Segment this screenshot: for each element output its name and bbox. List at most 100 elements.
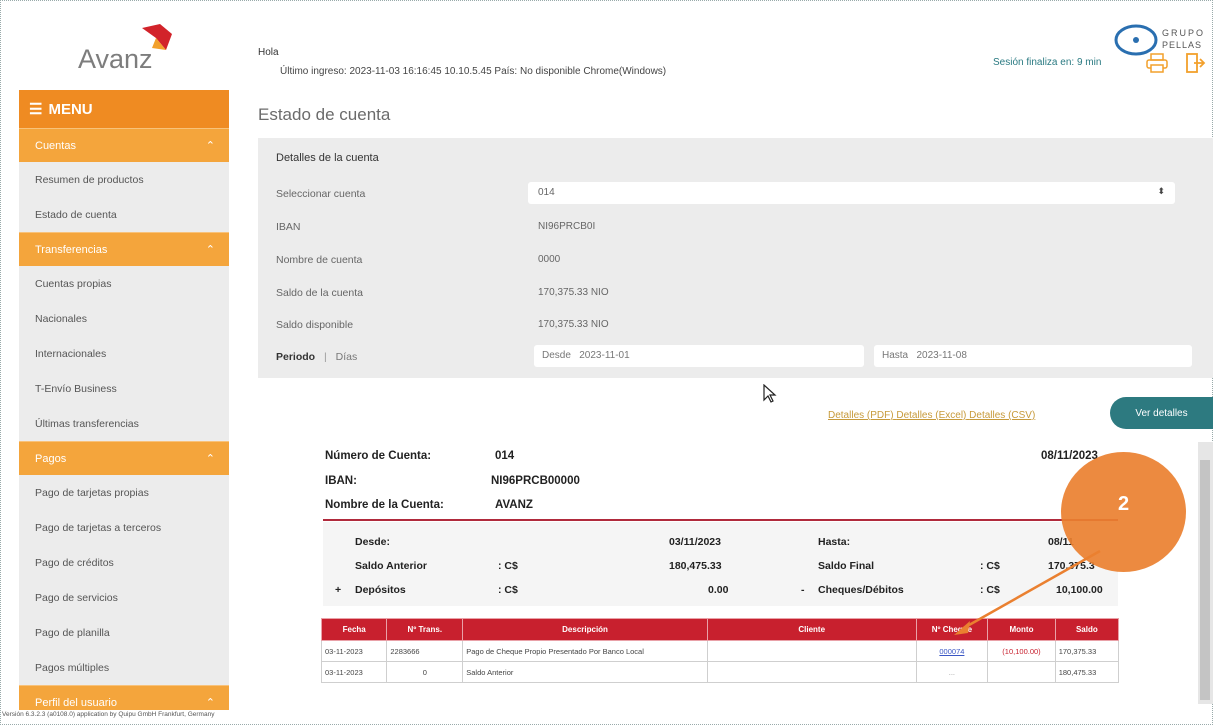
details-pdf-link[interactable]: Detalles (PDF) <box>828 410 894 421</box>
hamburger-icon: ☰ <box>29 101 43 118</box>
sidebar-section-transferencias[interactable]: Transferencias ⌃ <box>19 232 229 266</box>
sidebar-item-t-envio[interactable]: T-Envío Business <box>19 371 229 406</box>
desde-value: 2023-11-01 <box>579 350 630 361</box>
section-label: Perfil del usuario <box>35 696 117 709</box>
cell-descripcion: Saldo Anterior <box>462 661 708 683</box>
cell-saldo: 180,475.33 <box>1054 661 1120 683</box>
sidebar-item-internacionales[interactable]: Internacionales <box>19 336 229 371</box>
depositos-currency: : C$ <box>498 584 518 596</box>
cell-fecha: 03-11-2023 <box>320 640 388 662</box>
section-label: Cuentas <box>35 139 76 152</box>
account-name-label: Nombre de cuenta <box>276 254 363 266</box>
available-balance-label: Saldo disponible <box>276 319 354 331</box>
sidebar-item-tarjetas-terceros[interactable]: Pago de tarjetas a terceros <box>19 510 229 545</box>
last-login-info: Último ingreso: 2023-11-03 16:16:45 10.1… <box>280 66 667 77</box>
iban-value: NI96PRCB0I <box>538 221 596 232</box>
divider <box>323 519 1118 521</box>
account-number-label: Número de Cuenta: <box>325 450 432 462</box>
cell-fecha: 03-11-2023 <box>320 661 388 683</box>
statement-iban-label: IBAN: <box>325 475 357 487</box>
chevron-up-icon: ⌃ <box>205 140 215 152</box>
iban-label: IBAN <box>276 221 301 233</box>
menu-header[interactable]: ☰ MENU <box>19 90 229 128</box>
hasta-summary-label: Hasta: <box>818 536 851 548</box>
statement-scrollbar[interactable] <box>1198 442 1213 704</box>
sidebar-item-ultimas-transferencias[interactable]: Últimas transferencias <box>19 406 229 441</box>
logo-text: Avanz <box>78 44 153 74</box>
sidebar-item-servicios[interactable]: Pago de servicios <box>19 580 229 615</box>
sidebar-item-tarjetas-propias[interactable]: Pago de tarjetas propias <box>19 475 229 510</box>
logout-icon[interactable] <box>1186 52 1206 74</box>
details-title: Detalles de la cuenta <box>276 152 379 164</box>
hasta-field[interactable]: Hasta 2023-11-08 <box>874 345 1192 367</box>
sidebar-item-pagos-multiples[interactable]: Pagos múltiples <box>19 650 229 685</box>
grupo-text: GRUPO <box>1162 28 1205 38</box>
chevron-up-icon: ⌃ <box>205 244 215 256</box>
annotation-badge: 2 <box>1061 452 1186 572</box>
section-label: Pagos <box>35 452 67 465</box>
page-title: Estado de cuenta <box>258 105 391 124</box>
saldo-anterior-label: Saldo Anterior <box>355 560 427 572</box>
cell-cliente <box>706 640 917 662</box>
mouse-cursor-icon <box>763 384 777 403</box>
tab-separator: | <box>324 351 327 363</box>
balance-value: 170,375.33 NIO <box>538 287 609 298</box>
ver-detalles-button[interactable]: Ver detalles <box>1110 397 1213 429</box>
statement-iban-value: NI96PRCB00000 <box>491 475 580 487</box>
account-select[interactable]: 014 ⬍ <box>528 182 1175 204</box>
sidebar-item-estado-cuenta[interactable]: Estado de cuenta <box>19 197 229 232</box>
annotation-number: 2 <box>1117 492 1130 515</box>
table-row: 03-11-2023 0 Saldo Anterior ... 180,475.… <box>320 661 1120 683</box>
details-excel-link[interactable]: Detalles (Excel) <box>896 410 966 421</box>
cell-descripcion: Pago de Cheque Propio Presentado Por Ban… <box>462 640 708 662</box>
desde-field[interactable]: Desde 2023-11-01 <box>534 345 864 367</box>
footer-version: Versión 6.3.2.3 (a0108.0) application by… <box>2 711 215 718</box>
plus-sign: + <box>335 584 342 596</box>
cell-monto <box>987 661 1056 683</box>
balance-label: Saldo de la cuenta <box>276 287 363 299</box>
periodo-tab[interactable]: Periodo <box>276 351 315 363</box>
statement-name-label: Nombre de la Cuenta: <box>325 499 444 511</box>
hasta-label: Hasta <box>882 350 909 361</box>
greeting: Hola <box>258 47 279 58</box>
pellas-text: PELLAS <box>1162 40 1202 50</box>
sidebar-item-resumen[interactable]: Resumen de productos <box>19 162 229 197</box>
dias-tab[interactable]: Días <box>336 351 358 363</box>
sidebar-item-nacionales[interactable]: Nacionales <box>19 301 229 336</box>
sidebar-item-cuentas-propias[interactable]: Cuentas propias <box>19 266 229 301</box>
chevron-up-icon: ⌃ <box>205 453 215 465</box>
col-trans: Nº Trans. <box>386 618 464 641</box>
menu-label: MENU <box>48 100 93 118</box>
period-selector: Periodo | Días <box>276 351 357 363</box>
sidebar-section-perfil[interactable]: Perfil del usuario ⌃ <box>19 685 229 710</box>
print-icon[interactable] <box>1146 53 1168 73</box>
statement-name-value: AVANZ <box>495 499 533 511</box>
section-label: Transferencias <box>35 243 108 256</box>
details-csv-link[interactable]: Detalles (CSV) <box>969 410 1035 421</box>
account-number-value: 014 <box>495 450 515 462</box>
col-cliente: Cliente <box>706 618 917 641</box>
sidebar-section-pagos[interactable]: Pagos ⌃ <box>19 441 229 475</box>
cell-cheque: ... <box>915 661 989 683</box>
available-balance-value: 170,375.33 NIO <box>538 319 609 330</box>
sidebar: ☰ MENU Cuentas ⌃ Resumen de productos Est… <box>19 90 229 710</box>
sidebar-section-cuentas[interactable]: Cuentas ⌃ <box>19 128 229 162</box>
scrollbar-thumb[interactable] <box>1200 460 1210 700</box>
select-arrows-icon: ⬍ <box>1157 186 1165 196</box>
chevron-up-icon: ⌃ <box>205 697 215 709</box>
account-name-value: 0000 <box>538 254 561 265</box>
col-fecha: Fecha <box>320 618 388 641</box>
saldo-anterior-currency: : C$ <box>498 560 518 572</box>
cell-trans: 2283666 <box>386 640 464 662</box>
depositos-label: Depósitos <box>355 584 406 596</box>
desde-label: Desde <box>542 350 571 361</box>
sidebar-item-planilla[interactable]: Pago de planilla <box>19 615 229 650</box>
cell-cliente <box>706 661 917 683</box>
sidebar-item-creditos[interactable]: Pago de créditos <box>19 545 229 580</box>
cell-trans: 0 <box>386 661 464 683</box>
depositos-value: 0.00 <box>708 584 729 596</box>
minus-sign: - <box>801 584 805 596</box>
col-descripcion: Descripción <box>462 618 708 641</box>
saldo-anterior-value: 180,475.33 <box>669 560 722 572</box>
desde-summary-label: Desde: <box>355 536 391 548</box>
